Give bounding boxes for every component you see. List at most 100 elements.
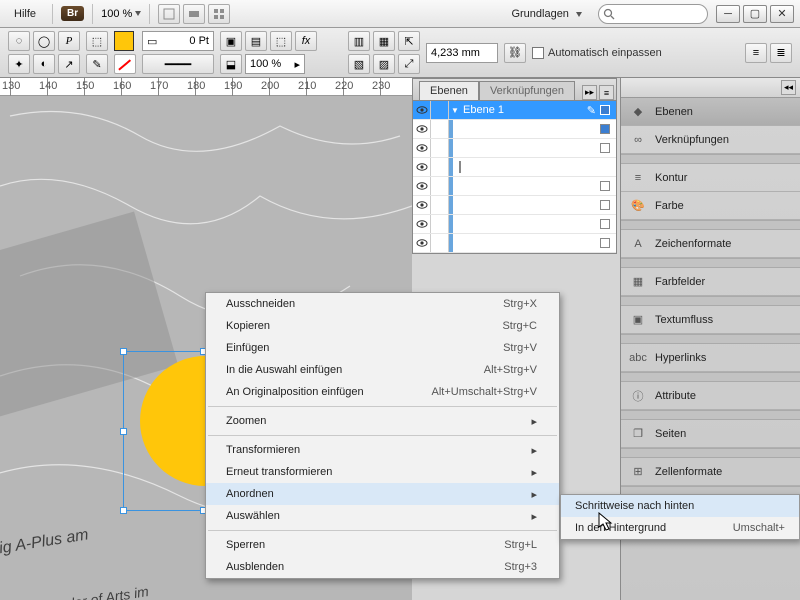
misc-btn-3[interactable]: ⬚ — [270, 31, 292, 51]
panel-collapse-button[interactable]: ▸▸ — [582, 85, 597, 100]
opacity-field[interactable]: 100 %▸ — [245, 54, 305, 74]
lock-toggle[interactable] — [431, 101, 449, 119]
menu-item-anordnen[interactable]: Anordnen▸ — [206, 483, 559, 505]
layer-row[interactable] — [413, 139, 616, 158]
fill-swatch[interactable] — [114, 31, 134, 51]
menu-item-an-originalposition-einfügen[interactable]: An Originalposition einfügenAlt+Umschalt… — [206, 381, 559, 403]
layer-row[interactable] — [413, 120, 616, 139]
menu-item-zoomen[interactable]: Zoomen▸ — [206, 410, 559, 432]
misc-btn-1[interactable]: ▣ — [220, 31, 242, 51]
menu-item-erneut-transformieren[interactable]: Erneut transformieren▸ — [206, 461, 559, 483]
fx-btn-2[interactable]: ◯ — [33, 31, 55, 51]
dock-item-seiten[interactable]: ❐Seiten — [621, 420, 800, 448]
layer-row[interactable]: ▼ Ebene 1 ✎ — [413, 101, 616, 120]
visibility-toggle[interactable] — [413, 234, 431, 252]
submenu-item-schrittweise-nach-hinten[interactable]: Schrittweise nach hinten — [561, 495, 799, 517]
color-chip[interactable] — [600, 238, 610, 248]
color-chip[interactable] — [600, 124, 610, 134]
lock-toggle[interactable] — [431, 196, 449, 214]
fit-btn-4[interactable]: ▧ — [348, 54, 370, 74]
color-chip[interactable] — [600, 181, 610, 191]
color-chip[interactable] — [600, 143, 610, 153]
fx-btn-1[interactable]: ◌ — [8, 31, 30, 51]
submenu-item-in-den-hintergrund[interactable]: In den HintergrundUmschalt+ — [561, 517, 799, 539]
visibility-toggle[interactable] — [413, 120, 431, 138]
visibility-toggle[interactable] — [413, 177, 431, 195]
dock-item-farbe[interactable]: 🎨Farbe — [621, 192, 800, 220]
layer-row[interactable] — [413, 215, 616, 234]
tab-links[interactable]: Verknüpfungen — [479, 81, 575, 100]
screen-mode-button[interactable] — [183, 4, 205, 24]
fx-btn-6[interactable]: ↗ — [58, 54, 80, 74]
layer-row[interactable] — [413, 234, 616, 253]
color-chip[interactable] — [600, 219, 610, 229]
dock-item-farbfelder[interactable]: ▦Farbfelder — [621, 268, 800, 296]
bridge-chip[interactable]: Br — [61, 6, 84, 21]
color-chip[interactable] — [600, 105, 610, 115]
color-chip[interactable] — [600, 200, 610, 210]
visibility-toggle[interactable] — [413, 158, 431, 176]
menu-item-kopieren[interactable]: KopierenStrg+C — [206, 315, 559, 337]
fit-btn-5[interactable]: ▨ — [373, 54, 395, 74]
dock-expand-button[interactable]: ◂◂ — [781, 80, 796, 95]
visibility-toggle[interactable] — [413, 101, 431, 119]
color-chip[interactable] — [459, 161, 461, 173]
minimize-button[interactable]: ─ — [716, 5, 740, 23]
lock-toggle[interactable] — [431, 139, 449, 157]
toolgrid-b2[interactable]: ✎ — [86, 54, 108, 74]
dock-item-hyperlinks[interactable]: abcHyperlinks — [621, 344, 800, 372]
view-options-button[interactable] — [158, 4, 180, 24]
dock-item-zellenformate[interactable]: ⊞Zellenformate — [621, 458, 800, 486]
lock-toggle[interactable] — [431, 177, 449, 195]
panel-toggle-1[interactable]: ≡ — [745, 43, 767, 63]
fx-btn-5[interactable]: ◐ — [33, 54, 55, 74]
misc-btn-2[interactable]: ▤ — [245, 31, 267, 51]
panel-menu-button[interactable]: ≡ — [599, 85, 614, 100]
toolgrid-b1[interactable]: ⬚ — [86, 31, 108, 51]
zoom-field[interactable]: 100 % — [101, 8, 141, 20]
panel-toggle-2[interactable]: ≣ — [770, 43, 792, 63]
menu-item-sperren[interactable]: SperrenStrg+L — [206, 534, 559, 556]
lock-toggle[interactable] — [431, 234, 449, 252]
measurement-field[interactable]: 4,233 mm — [426, 43, 498, 63]
stroke-weight-field[interactable]: ▭0 Pt — [142, 31, 214, 51]
menu-item-auswählen[interactable]: Auswählen▸ — [206, 505, 559, 527]
fx-btn-4[interactable]: ✦ — [8, 54, 30, 74]
layer-row[interactable] — [413, 158, 616, 177]
layer-row[interactable] — [413, 196, 616, 215]
link-fields-button[interactable]: ⛓ — [504, 43, 526, 63]
menu-help[interactable]: Hilfe — [6, 4, 44, 24]
layer-row[interactable] — [413, 177, 616, 196]
menu-item-in-die-auswahl-einfügen[interactable]: In die Auswahl einfügenAlt+Strg+V — [206, 359, 559, 381]
lock-toggle[interactable] — [431, 120, 449, 138]
fit-btn-1[interactable]: ▥ — [348, 31, 370, 51]
tab-layers[interactable]: Ebenen — [419, 81, 479, 100]
dock-item-kontur[interactable]: ≡Kontur — [621, 164, 800, 192]
visibility-toggle[interactable] — [413, 215, 431, 233]
handle-nw[interactable] — [120, 348, 127, 355]
dock-item-ebenen[interactable]: ◆Ebenen — [621, 98, 800, 126]
lock-toggle[interactable] — [431, 158, 449, 176]
dock-item-zeichenformate[interactable]: AZeichenformate — [621, 230, 800, 258]
horizontal-ruler[interactable]: 130140150160170180190200210220230 — [0, 78, 412, 96]
workspace-switcher[interactable]: Grundlagen — [503, 4, 590, 24]
visibility-toggle[interactable] — [413, 139, 431, 157]
fx-btn-3[interactable]: P — [58, 31, 80, 51]
handle-w[interactable] — [120, 428, 127, 435]
stroke-swatch[interactable] — [114, 54, 136, 74]
lock-toggle[interactable] — [431, 215, 449, 233]
maximize-button[interactable]: ▢ — [743, 5, 767, 23]
misc-btn-4[interactable]: fx — [295, 31, 317, 51]
disclosure-triangle[interactable]: ▼ — [449, 106, 459, 115]
stroke-style-button[interactable]: ━━━━ — [142, 54, 214, 74]
dock-item-attribute[interactable]: ⓘAttribute — [621, 382, 800, 410]
autofit-checkbox[interactable]: Automatisch einpassen — [532, 47, 662, 59]
menu-item-ausblenden[interactable]: AusblendenStrg+3 — [206, 556, 559, 578]
menu-item-einfügen[interactable]: EinfügenStrg+V — [206, 337, 559, 359]
visibility-toggle[interactable] — [413, 196, 431, 214]
fit-btn-2[interactable]: ▦ — [373, 31, 395, 51]
arrange-docs-button[interactable] — [208, 4, 230, 24]
menu-item-transformieren[interactable]: Transformieren▸ — [206, 439, 559, 461]
dock-item-verknüpfungen[interactable]: ∞Verknüpfungen — [621, 126, 800, 154]
menu-item-ausschneiden[interactable]: AusschneidenStrg+X — [206, 293, 559, 315]
